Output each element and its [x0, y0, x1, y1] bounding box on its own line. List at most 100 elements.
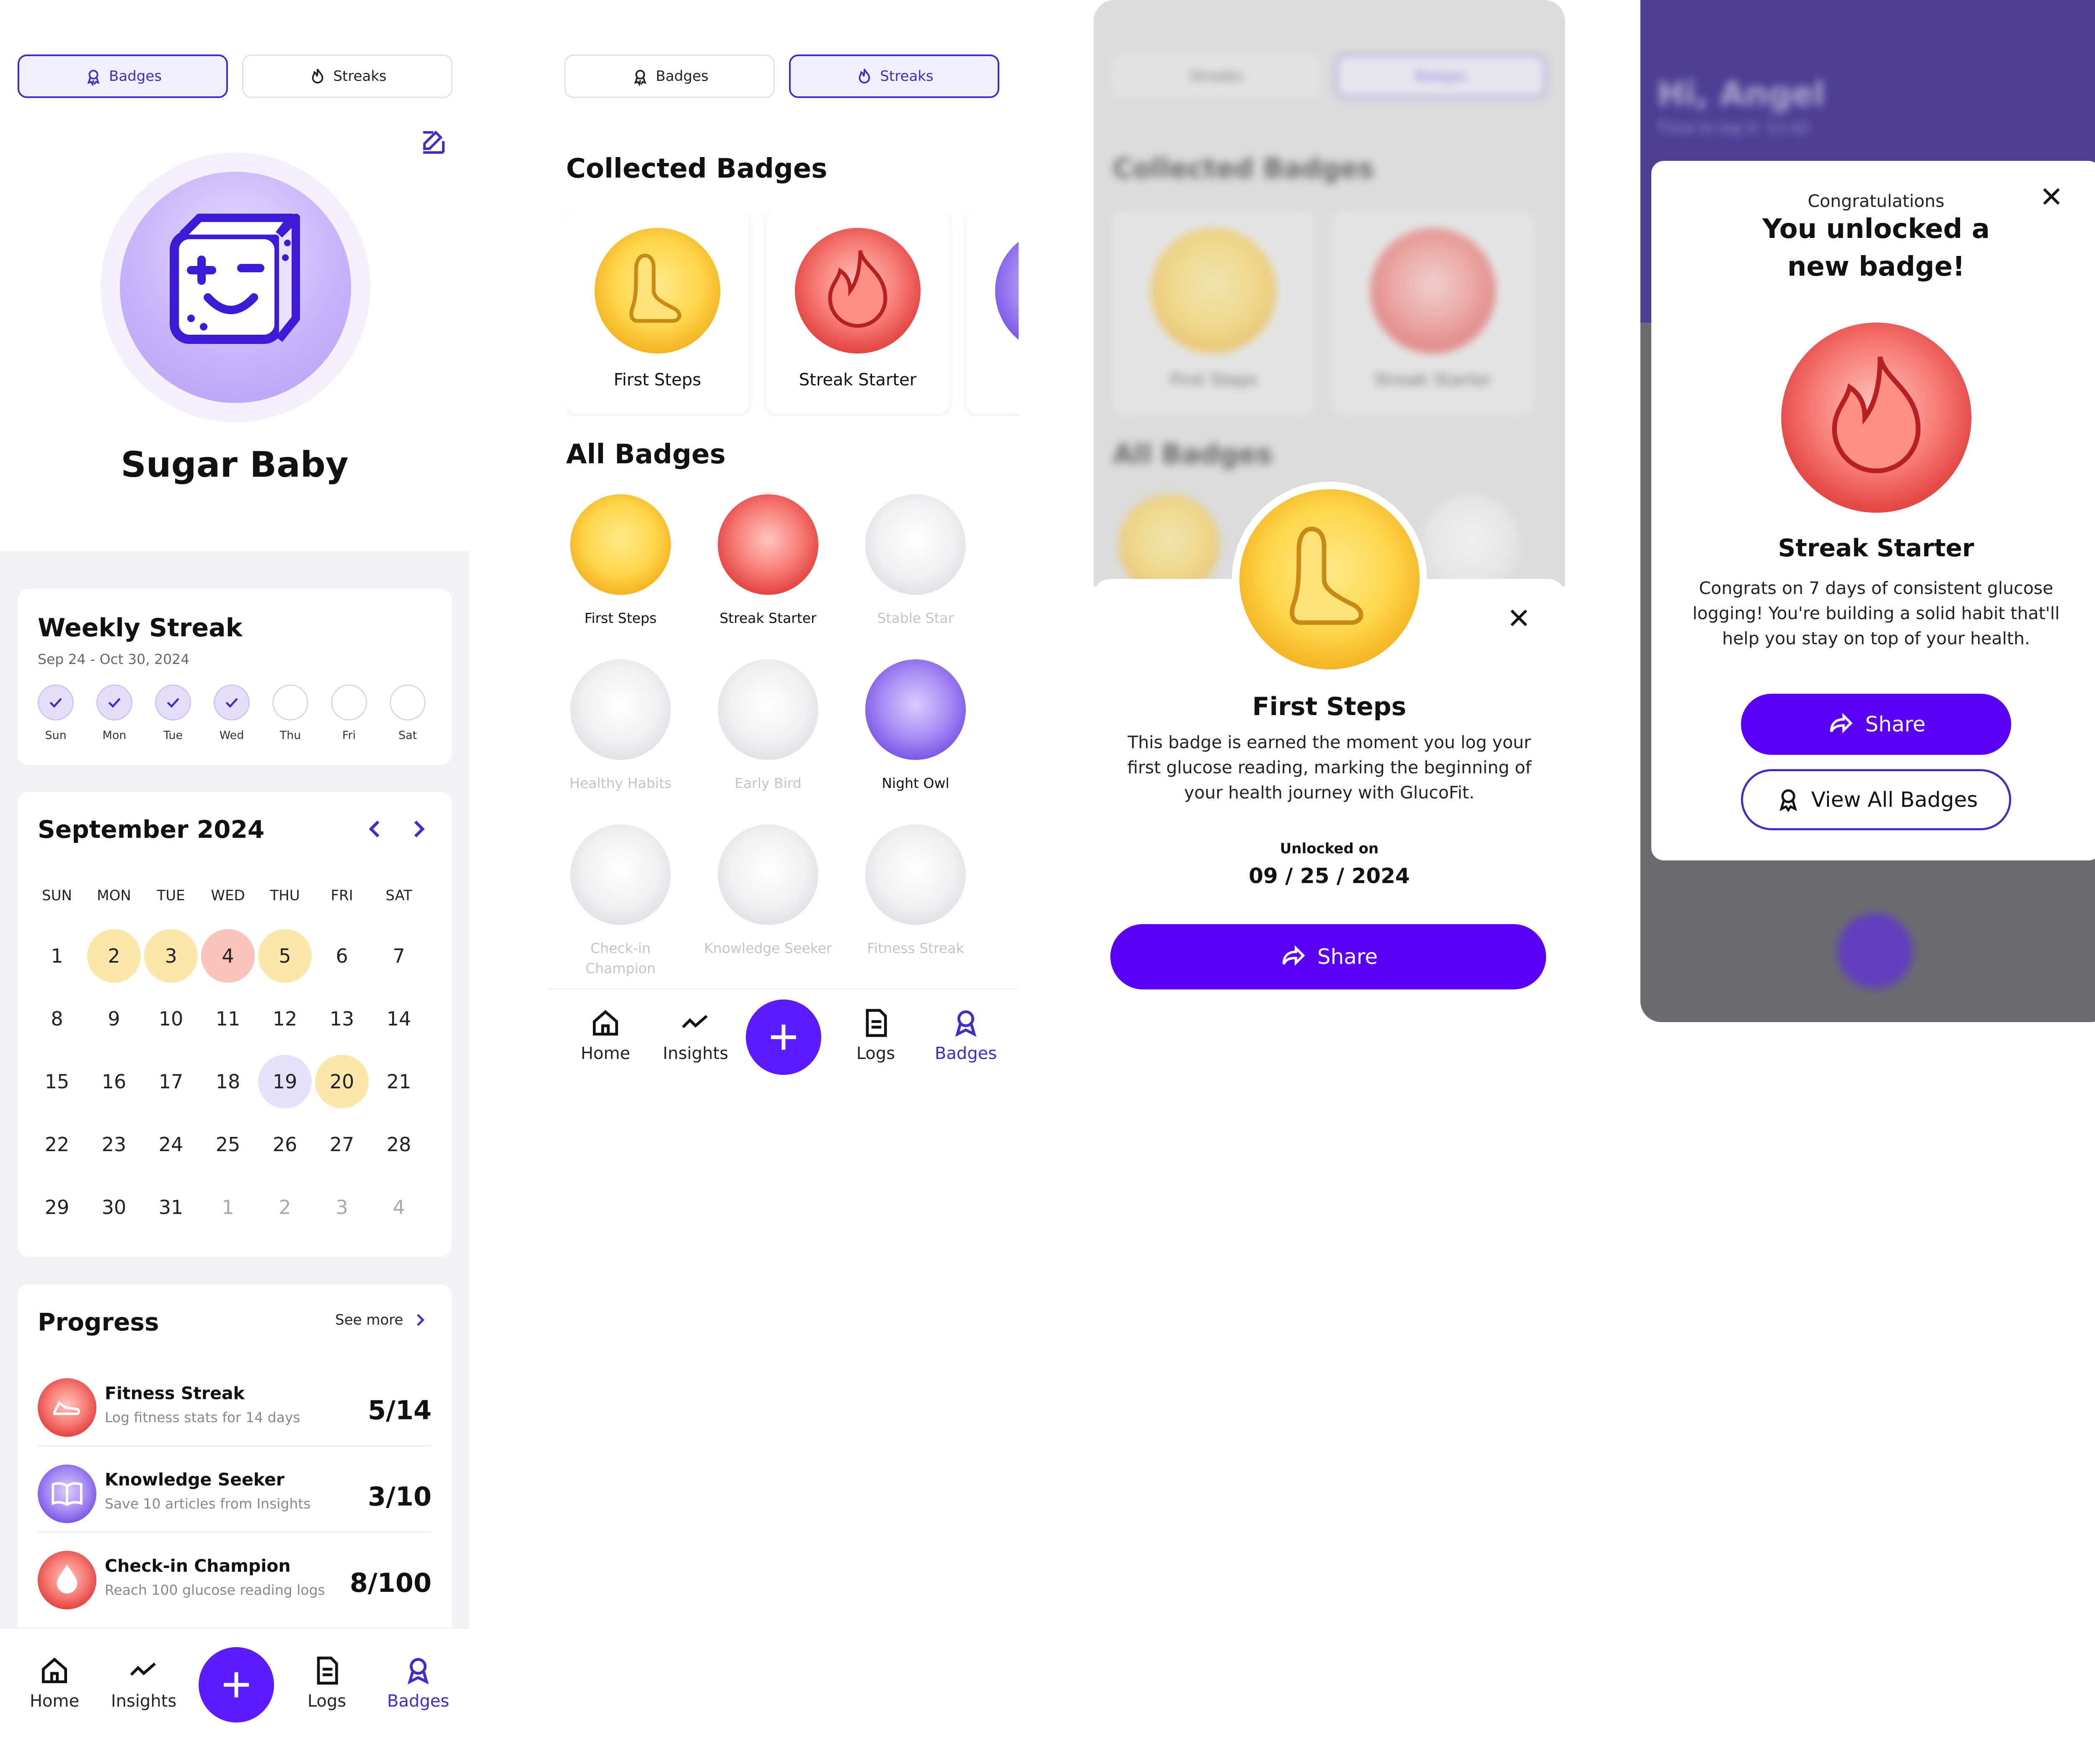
calendar-day[interactable]: 3 — [315, 1180, 369, 1234]
calendar-day[interactable]: 25 — [201, 1118, 255, 1171]
badge-medal[interactable] — [865, 659, 966, 760]
calendar-day[interactable]: 4 — [372, 1180, 426, 1234]
calendar-day[interactable]: 26 — [258, 1118, 312, 1171]
background-card-label: Streak Starter — [1374, 370, 1492, 390]
badge-name: Fitness Streak — [867, 940, 964, 956]
nav-logs[interactable]: Logs — [838, 1006, 913, 1063]
nav-insights[interactable]: Insights — [658, 1006, 733, 1063]
tab-streaks[interactable]: Streaks — [789, 54, 999, 98]
next-month-button[interactable] — [403, 814, 432, 844]
calendar-weekday-header: MON — [97, 887, 131, 904]
nav-home[interactable]: Home — [17, 1654, 92, 1711]
profile-name: Sugar Baby — [121, 444, 349, 485]
tab-badges[interactable]: Badges — [18, 54, 228, 98]
nav-badges-label: Badges — [387, 1692, 450, 1711]
badge-medal[interactable] — [718, 659, 818, 760]
tab-streaks-label: Streaks — [333, 68, 387, 85]
calendar-day[interactable]: 21 — [372, 1055, 426, 1108]
see-more-link[interactable]: See more — [335, 1309, 430, 1330]
calendar-day[interactable]: 10 — [144, 992, 198, 1046]
nav-home[interactable]: Home — [568, 1006, 643, 1063]
progress-badge-icon — [38, 1464, 96, 1523]
view-all-badges-button[interactable]: View All Badges — [1741, 769, 2011, 830]
calendar-day[interactable]: 2 — [258, 1180, 312, 1234]
badge-medal[interactable] — [865, 824, 966, 925]
drop-icon — [57, 1564, 78, 1594]
calendar-day[interactable]: 1 — [30, 929, 84, 983]
badge-medal[interactable] — [718, 494, 818, 595]
weekly-streak-range: Sep 24 - Oct 30, 2024 — [38, 651, 190, 667]
calendar-day[interactable]: 12 — [258, 992, 312, 1046]
weekday-status — [38, 684, 74, 721]
calendar-day[interactable]: 16 — [87, 1055, 141, 1108]
progress-item[interactable]: Knowledge Seeker Save 10 articles from In… — [38, 1460, 432, 1533]
calendar-day[interactable]: 24 — [144, 1118, 198, 1171]
nav-badges[interactable]: Badges — [380, 1654, 456, 1711]
close-button[interactable] — [1504, 603, 1534, 633]
calendar-day[interactable]: 6 — [315, 929, 369, 983]
calendar-day[interactable]: 29 — [30, 1180, 84, 1234]
calendar-month: September 2024 — [38, 815, 265, 844]
share-button[interactable]: Share — [1110, 924, 1546, 989]
prev-month-button[interactable] — [361, 814, 391, 844]
calendar-day[interactable]: 11 — [201, 992, 255, 1046]
badge-name: Night Owl — [882, 775, 949, 791]
badge-medal[interactable] — [570, 659, 671, 760]
add-log-button[interactable] — [746, 1000, 821, 1075]
calendar-day[interactable]: 9 — [87, 992, 141, 1046]
view-all-badges-label: View All Badges — [1811, 788, 1978, 812]
calendar-weekday-header: FRI — [331, 887, 353, 904]
nav-insights[interactable]: Insights — [106, 1654, 181, 1711]
calendar-day[interactable]: 8 — [30, 992, 84, 1046]
nav-logs[interactable]: Logs — [289, 1654, 365, 1711]
collected-badge-card[interactable] — [967, 211, 1019, 414]
calendar-day[interactable]: 14 — [372, 992, 426, 1046]
badge-medal[interactable] — [718, 824, 818, 925]
calendar-day[interactable]: 5 — [258, 929, 312, 983]
foot-icon — [629, 253, 681, 323]
collected-badges-carousel[interactable]: First Steps Streak Starter — [566, 211, 1019, 416]
collected-badge-card[interactable]: First Steps — [566, 211, 749, 414]
progress-item[interactable]: Fitness Streak Log fitness stats for 14 d… — [38, 1374, 432, 1446]
calendar-day[interactable]: 31 — [144, 1180, 198, 1234]
calendar-day[interactable]: 15 — [30, 1055, 84, 1108]
nav-badges[interactable]: Badges — [928, 1006, 1004, 1063]
tab-badges[interactable]: Badges — [564, 54, 775, 98]
edit-icon[interactable] — [418, 127, 448, 158]
progress-item[interactable]: Check-in Champion Reach 100 glucose readi… — [38, 1547, 432, 1618]
document-icon — [317, 1656, 338, 1685]
weekly-streak-card: Weekly Streak Sep 24 - Oct 30, 2024 Sun M… — [18, 589, 452, 765]
badge-description: This badge is earned the moment you log … — [1127, 732, 1531, 803]
nav-logs-label: Logs — [307, 1692, 347, 1711]
calendar-day[interactable]: 28 — [372, 1118, 426, 1171]
calendar-day[interactable]: 22 — [30, 1118, 84, 1171]
weekday-status — [155, 684, 191, 721]
calendar-day[interactable]: 23 — [87, 1118, 141, 1171]
calendar-day[interactable]: 17 — [144, 1055, 198, 1108]
add-log-button[interactable] — [199, 1647, 274, 1723]
calendar-day[interactable]: 4 — [201, 929, 255, 983]
badge-medal[interactable] — [570, 494, 671, 595]
badge-medal[interactable] — [865, 494, 966, 595]
background-greeting: Hi, Angel — [1657, 75, 1825, 113]
share-label: Share — [1317, 945, 1378, 969]
calendar-day[interactable]: 19 — [258, 1055, 312, 1108]
tab-badges-label: Badges — [656, 68, 709, 85]
calendar-day[interactable]: 1 — [201, 1180, 255, 1234]
badge-name: Healthy Habits — [569, 775, 672, 791]
badge-medal[interactable] — [570, 824, 671, 925]
calendar-weekday-header: THU — [270, 887, 300, 904]
collected-badge-card[interactable]: Streak Starter — [766, 211, 949, 414]
calendar-day[interactable]: 7 — [372, 929, 426, 983]
progress-badge-icon — [38, 1378, 96, 1437]
calendar-day[interactable]: 13 — [315, 992, 369, 1046]
tab-streaks[interactable]: Streaks — [242, 54, 453, 98]
calendar-day[interactable]: 2 — [87, 929, 141, 983]
calendar-day[interactable]: 3 — [144, 929, 198, 983]
calendar-day[interactable]: 27 — [315, 1118, 369, 1171]
share-button[interactable]: Share — [1741, 694, 2011, 755]
calendar-day[interactable]: 18 — [201, 1055, 255, 1108]
calendar-day[interactable]: 30 — [87, 1180, 141, 1234]
foot-icon — [1290, 527, 1363, 625]
calendar-day[interactable]: 20 — [315, 1055, 369, 1108]
